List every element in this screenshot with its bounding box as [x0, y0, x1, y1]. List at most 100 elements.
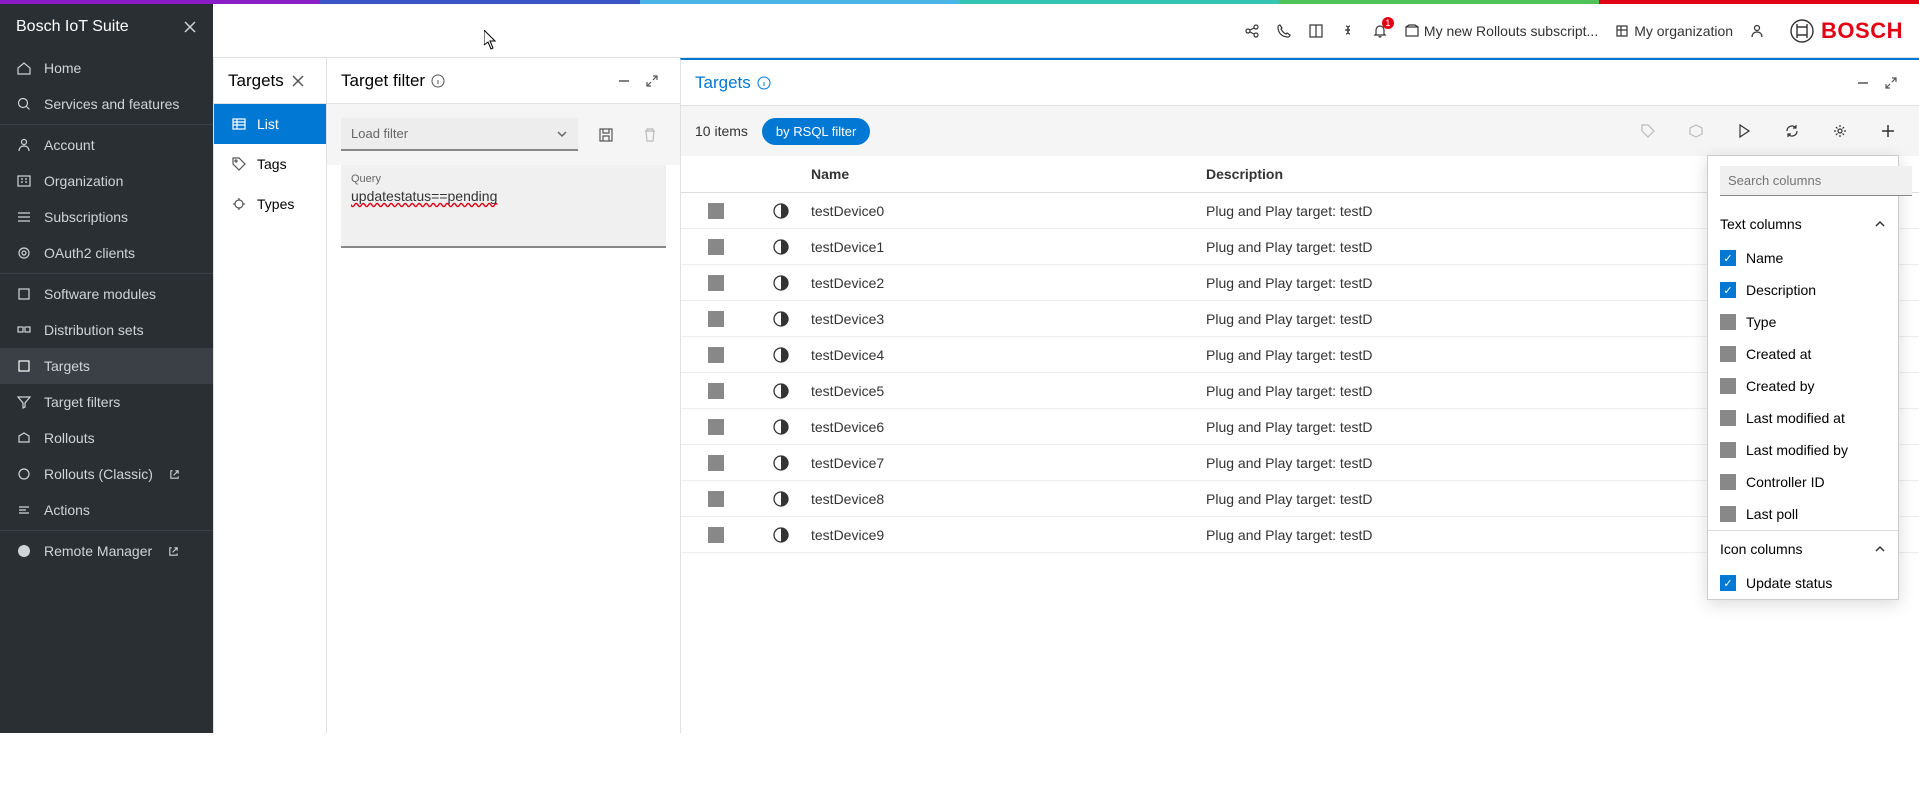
- search-columns-input[interactable]: [1720, 166, 1912, 196]
- option-label: Description: [1746, 282, 1816, 298]
- checkbox[interactable]: [1720, 442, 1736, 458]
- sidebar-item-subscriptions[interactable]: Subscriptions: [0, 199, 213, 235]
- column-option[interactable]: Name: [1708, 242, 1898, 274]
- bell-icon[interactable]: 1: [1364, 15, 1396, 47]
- column-option[interactable]: Created at: [1708, 338, 1898, 370]
- checkbox[interactable]: [1720, 506, 1736, 522]
- row-checkbox[interactable]: [708, 311, 724, 327]
- filter-panel-title: Target filter: [341, 71, 445, 91]
- sidebar-item-label: Home: [44, 60, 81, 76]
- subscription-selector[interactable]: My new Rollouts subscript...: [1396, 23, 1606, 39]
- sidebar-item-rollouts-classic[interactable]: Rollouts (Classic): [0, 456, 213, 492]
- column-option[interactable]: Controller ID: [1708, 466, 1898, 498]
- external-link-icon: [169, 469, 180, 480]
- row-name: testDevice6: [811, 419, 1206, 435]
- checkbox[interactable]: [1720, 314, 1736, 330]
- sidebar-item-label: Remote Manager: [44, 543, 152, 559]
- sidebar-item-label: Targets: [44, 358, 90, 374]
- column-option[interactable]: Update status: [1708, 567, 1898, 599]
- sidebar-item-label: Services and features: [44, 96, 179, 112]
- sidebar-item-home[interactable]: Home: [0, 50, 213, 86]
- organization-selector[interactable]: My organization: [1606, 23, 1741, 39]
- column-option[interactable]: Type: [1708, 306, 1898, 338]
- status-icon: [773, 203, 789, 219]
- save-filter-button[interactable]: [590, 119, 622, 151]
- sidebar-item-target-filters[interactable]: Target filters: [0, 384, 213, 420]
- tab-list[interactable]: List: [214, 104, 326, 144]
- sidebar-item-targets[interactable]: Targets: [0, 348, 213, 384]
- sidebar-item-actions[interactable]: Actions: [0, 492, 213, 528]
- row-name: testDevice0: [811, 203, 1206, 219]
- expand-icon[interactable]: [638, 67, 666, 95]
- minimize-icon[interactable]: [1849, 69, 1877, 97]
- row-name: testDevice7: [811, 455, 1206, 471]
- sidebar-item-services[interactable]: Services and features: [0, 86, 213, 122]
- checkbox[interactable]: [1720, 250, 1736, 266]
- text-columns-section[interactable]: Text columns: [1708, 206, 1898, 242]
- row-checkbox[interactable]: [708, 491, 724, 507]
- sidebar-item-label: Actions: [44, 502, 90, 518]
- tab-label: List: [257, 116, 279, 132]
- row-name: testDevice5: [811, 383, 1206, 399]
- close-icon[interactable]: [183, 20, 197, 34]
- suite-title: Bosch IoT Suite: [16, 18, 129, 36]
- info-icon[interactable]: [757, 76, 771, 90]
- checkbox[interactable]: [1720, 410, 1736, 426]
- row-checkbox[interactable]: [708, 275, 724, 291]
- user-icon[interactable]: [1741, 15, 1773, 47]
- book-icon[interactable]: [1300, 15, 1332, 47]
- sidebar-item-label: Organization: [44, 173, 123, 189]
- column-option[interactable]: Last modified at: [1708, 402, 1898, 434]
- column-option[interactable]: Created by: [1708, 370, 1898, 402]
- rsql-filter-chip[interactable]: by RSQL filter: [762, 118, 870, 145]
- legal-icon[interactable]: [1332, 15, 1364, 47]
- column-option[interactable]: Description: [1708, 274, 1898, 306]
- sidebar-item-account[interactable]: Account: [0, 127, 213, 163]
- share-icon[interactable]: [1236, 15, 1268, 47]
- query-input[interactable]: Query updatestatus==pending: [341, 165, 666, 248]
- tab-types[interactable]: Types: [214, 184, 326, 224]
- checkbox[interactable]: [1720, 346, 1736, 362]
- sidebar-item-oauth[interactable]: OAuth2 clients: [0, 235, 213, 271]
- chevron-up-icon: [1874, 543, 1886, 555]
- sidebar-item-software-modules[interactable]: Software modules: [0, 276, 213, 312]
- minimize-icon[interactable]: [610, 67, 638, 95]
- sidebar-item-rollouts[interactable]: Rollouts: [0, 420, 213, 456]
- column-option[interactable]: Last modified by: [1708, 434, 1898, 466]
- sidebar-item-label: Account: [44, 137, 95, 153]
- refresh-icon[interactable]: [1775, 114, 1809, 148]
- expand-icon[interactable]: [1877, 69, 1905, 97]
- row-checkbox[interactable]: [708, 527, 724, 543]
- box-icon[interactable]: [1679, 114, 1713, 148]
- row-checkbox[interactable]: [708, 239, 724, 255]
- tab-tags[interactable]: Tags: [214, 144, 326, 184]
- row-checkbox[interactable]: [708, 347, 724, 363]
- sidebar-item-remote-manager[interactable]: Remote Manager: [0, 533, 213, 569]
- close-icon[interactable]: [284, 67, 312, 95]
- sidebar-item-distribution-sets[interactable]: Distribution sets: [0, 312, 213, 348]
- row-checkbox[interactable]: [708, 383, 724, 399]
- phone-icon[interactable]: [1268, 15, 1300, 47]
- row-checkbox[interactable]: [708, 455, 724, 471]
- status-icon: [773, 311, 789, 327]
- column-option[interactable]: Last poll: [1708, 498, 1898, 530]
- sidebar-item-organization[interactable]: Organization: [0, 163, 213, 199]
- info-icon[interactable]: [431, 74, 445, 88]
- row-checkbox[interactable]: [708, 419, 724, 435]
- logo-text: BOSCH: [1821, 18, 1903, 44]
- tag-icon[interactable]: [1631, 114, 1665, 148]
- delete-filter-button[interactable]: [634, 119, 666, 151]
- checkbox[interactable]: [1720, 282, 1736, 298]
- column-header-name[interactable]: Name: [811, 166, 1206, 182]
- notification-badge: 1: [1382, 17, 1394, 29]
- checkbox[interactable]: [1720, 378, 1736, 394]
- organization-label: My organization: [1634, 23, 1733, 39]
- play-icon[interactable]: [1727, 114, 1761, 148]
- gear-icon[interactable]: [1823, 114, 1857, 148]
- checkbox[interactable]: [1720, 474, 1736, 490]
- load-filter-dropdown[interactable]: Load filter: [341, 118, 578, 151]
- icon-columns-section[interactable]: Icon columns: [1708, 530, 1898, 567]
- plus-icon[interactable]: [1871, 114, 1905, 148]
- row-checkbox[interactable]: [708, 203, 724, 219]
- checkbox[interactable]: [1720, 575, 1736, 591]
